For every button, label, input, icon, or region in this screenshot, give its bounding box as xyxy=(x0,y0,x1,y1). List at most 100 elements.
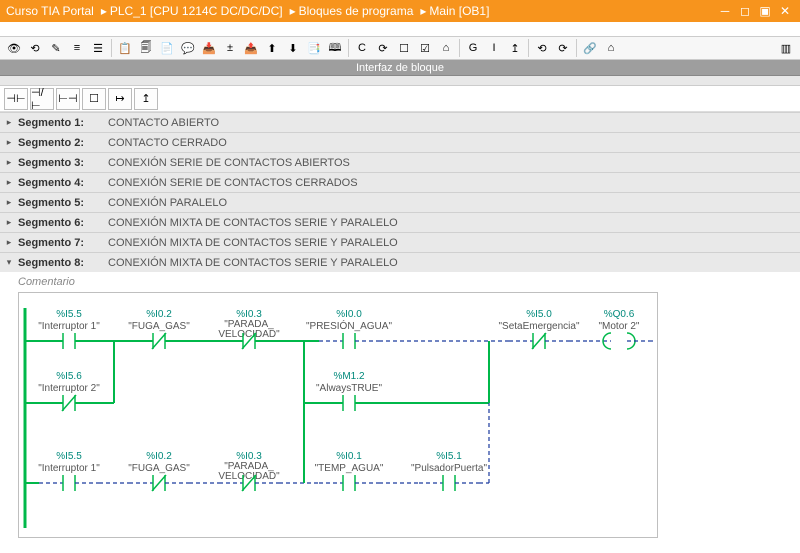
breadcrumb[interactable]: PLC_1 [CPU 1214C DC/DC/DC] xyxy=(110,4,283,18)
contact-closed-tool[interactable]: ⊣/⊢ xyxy=(30,88,54,110)
contact-open-tool[interactable]: ⊣⊢ xyxy=(4,88,28,110)
ladder-toolbar: ⊣⊢ ⊣/⊢ ⊢⊣ ☐ ↦ ↥ xyxy=(0,86,800,112)
tool-icon[interactable]: ⟳ xyxy=(373,38,393,58)
segment-label: Segmento 3: xyxy=(18,157,108,169)
segment-description: CONTACTO CERRADO xyxy=(108,137,227,149)
svg-text:"FUGA_GAS": "FUGA_GAS" xyxy=(128,321,190,332)
tool-icon[interactable]: ☰ xyxy=(88,38,108,58)
tool-icon[interactable]: ⌂ xyxy=(436,38,456,58)
interface-bar[interactable]: Interfaz de bloque xyxy=(0,60,800,76)
chevron-right-icon: ▸ xyxy=(290,4,296,18)
svg-text:"Interruptor 1": "Interruptor 1" xyxy=(38,321,100,332)
segment-description: CONEXIÓN MIXTA DE CONTACTOS SERIE Y PARA… xyxy=(108,257,398,269)
tool-icon[interactable]: 📤 xyxy=(241,38,261,58)
tool-icon[interactable]: 🗐 xyxy=(136,38,156,58)
tool-icon[interactable]: ≡ xyxy=(67,38,87,58)
branch-close-tool[interactable]: ↥ xyxy=(134,88,158,110)
tool-icon[interactable]: ⟲ xyxy=(25,38,45,58)
restore-button[interactable]: ◻ xyxy=(736,4,754,18)
close-button[interactable]: ✕ xyxy=(776,4,794,18)
breadcrumb[interactable]: Curso TIA Portal xyxy=(6,4,94,18)
tool-icon[interactable]: 📑 xyxy=(304,38,324,58)
chevron-right-icon: ▸ xyxy=(101,4,107,18)
segment-description: CONEXIÓN SERIE DE CONTACTOS CERRADOS xyxy=(108,177,358,189)
minimize-button[interactable]: ─ xyxy=(716,4,734,18)
tool-icon[interactable]: 🕮 xyxy=(325,38,345,58)
maximize-button[interactable]: ▣ xyxy=(756,4,774,18)
caret-icon: ▸ xyxy=(0,117,18,128)
ladder-canvas[interactable]: %I5.5"Interruptor 1"%I0.2"FUGA_GAS"%I0.3… xyxy=(18,292,658,538)
svg-text:"Interruptor 1": "Interruptor 1" xyxy=(38,463,100,474)
branch-tool[interactable]: ↦ xyxy=(108,88,132,110)
ladder-diagram[interactable]: %I5.5"Interruptor 1"%I0.2"FUGA_GAS"%I0.3… xyxy=(19,293,659,539)
segment-header[interactable]: ▸ Segmento 7: CONEXIÓN MIXTA DE CONTACTO… xyxy=(0,232,800,252)
svg-text:"PulsadorPuerta": "PulsadorPuerta" xyxy=(411,463,487,474)
caret-icon: ▾ xyxy=(0,257,18,268)
segment-label: Segmento 7: xyxy=(18,237,108,249)
svg-text:"Motor 2": "Motor 2" xyxy=(598,321,639,332)
svg-text:"PRESIÓN_AGUA": "PRESIÓN_AGUA" xyxy=(306,319,392,332)
svg-text:%I5.6: %I5.6 xyxy=(56,371,82,382)
segment-label: Segmento 2: xyxy=(18,137,108,149)
tool-icon[interactable]: ± xyxy=(220,38,240,58)
chevron-right-icon: ▸ xyxy=(420,4,426,18)
svg-text:"Interruptor 2": "Interruptor 2" xyxy=(38,383,100,394)
tool-icon[interactable]: 📄 xyxy=(157,38,177,58)
tool-icon[interactable]: ☑ xyxy=(415,38,435,58)
segment-header[interactable]: ▸ Segmento 6: CONEXIÓN MIXTA DE CONTACTO… xyxy=(0,212,800,232)
tool-icon[interactable]: ⬇ xyxy=(283,38,303,58)
tool-icon[interactable]: ✎ xyxy=(46,38,66,58)
segment-label: Segmento 8: xyxy=(18,257,108,269)
tool-icon[interactable]: ⟳ xyxy=(553,38,573,58)
breadcrumb[interactable]: Bloques de programa xyxy=(299,4,414,18)
svg-text:%I5.0: %I5.0 xyxy=(526,309,552,320)
segment-list: ▸ Segmento 1: CONTACTO ABIERTO ▸ Segment… xyxy=(0,112,800,553)
segment-header[interactable]: ▸ Segmento 5: CONEXIÓN PARALELO xyxy=(0,192,800,212)
tool-icon[interactable]: ▥ xyxy=(776,38,796,58)
segment-header[interactable]: ▾ Segmento 8: CONEXIÓN MIXTA DE CONTACTO… xyxy=(0,252,800,272)
segment-header[interactable]: ▸ Segmento 3: CONEXIÓN SERIE DE CONTACTO… xyxy=(0,152,800,172)
svg-text:%I0.2: %I0.2 xyxy=(146,451,172,462)
tool-icon[interactable]: ↥ xyxy=(505,38,525,58)
svg-text:"TEMP_AGUA": "TEMP_AGUA" xyxy=(315,463,384,474)
tool-icon[interactable]: C xyxy=(352,38,372,58)
comment-field[interactable]: Comentario xyxy=(18,276,792,288)
tool-icon[interactable]: 💬 xyxy=(178,38,198,58)
tool-icon[interactable]: 📋 xyxy=(115,38,135,58)
main-toolbar: 👁 ⟲ ✎ ≡ ☰ 📋 🗐 📄 💬 📥 ± 📤 ⬆ ⬇ 📑 🕮 C ⟳ ☐ ☑ … xyxy=(0,36,800,60)
caret-icon: ▸ xyxy=(0,177,18,188)
coil-tool[interactable]: ⊢⊣ xyxy=(56,88,80,110)
breadcrumb[interactable]: Main [OB1] xyxy=(429,4,489,18)
segment-label: Segmento 4: xyxy=(18,177,108,189)
tool-icon[interactable]: G xyxy=(463,38,483,58)
segment-label: Segmento 5: xyxy=(18,197,108,209)
title-bar: Curso TIA Portal ▸ PLC_1 [CPU 1214C DC/D… xyxy=(0,0,800,22)
tool-icon[interactable]: ⟲ xyxy=(532,38,552,58)
tool-icon[interactable]: ☐ xyxy=(394,38,414,58)
svg-text:%I0.1: %I0.1 xyxy=(336,451,362,462)
segment-header[interactable]: ▸ Segmento 1: CONTACTO ABIERTO xyxy=(0,112,800,132)
tool-icon[interactable]: 👁 xyxy=(4,38,24,58)
tool-icon[interactable]: I xyxy=(484,38,504,58)
caret-icon: ▸ xyxy=(0,157,18,168)
caret-icon: ▸ xyxy=(0,217,18,228)
tool-icon[interactable]: 📥 xyxy=(199,38,219,58)
segment-description: CONEXIÓN MIXTA DE CONTACTOS SERIE Y PARA… xyxy=(108,217,398,229)
tool-icon[interactable]: ⌂ xyxy=(601,38,621,58)
spacer xyxy=(0,22,800,36)
box-tool[interactable]: ☐ xyxy=(82,88,106,110)
tool-icon[interactable]: ⬆ xyxy=(262,38,282,58)
svg-text:"AlwaysTRUE": "AlwaysTRUE" xyxy=(316,383,382,394)
svg-text:VELOCIDAD": VELOCIDAD" xyxy=(218,471,280,482)
segment-description: CONEXIÓN MIXTA DE CONTACTOS SERIE Y PARA… xyxy=(108,237,398,249)
svg-text:"FUGA_GAS": "FUGA_GAS" xyxy=(128,463,190,474)
tool-icon[interactable]: 🔗 xyxy=(580,38,600,58)
svg-text:%I0.0: %I0.0 xyxy=(336,309,362,320)
segment-description: CONEXIÓN SERIE DE CONTACTOS ABIERTOS xyxy=(108,157,350,169)
svg-text:%I0.2: %I0.2 xyxy=(146,309,172,320)
collapse-bar[interactable] xyxy=(0,76,800,86)
svg-text:"SetaEmergencia": "SetaEmergencia" xyxy=(498,321,579,332)
segment-header[interactable]: ▸ Segmento 2: CONTACTO CERRADO xyxy=(0,132,800,152)
segment-header[interactable]: ▸ Segmento 4: CONEXIÓN SERIE DE CONTACTO… xyxy=(0,172,800,192)
caret-icon: ▸ xyxy=(0,237,18,248)
